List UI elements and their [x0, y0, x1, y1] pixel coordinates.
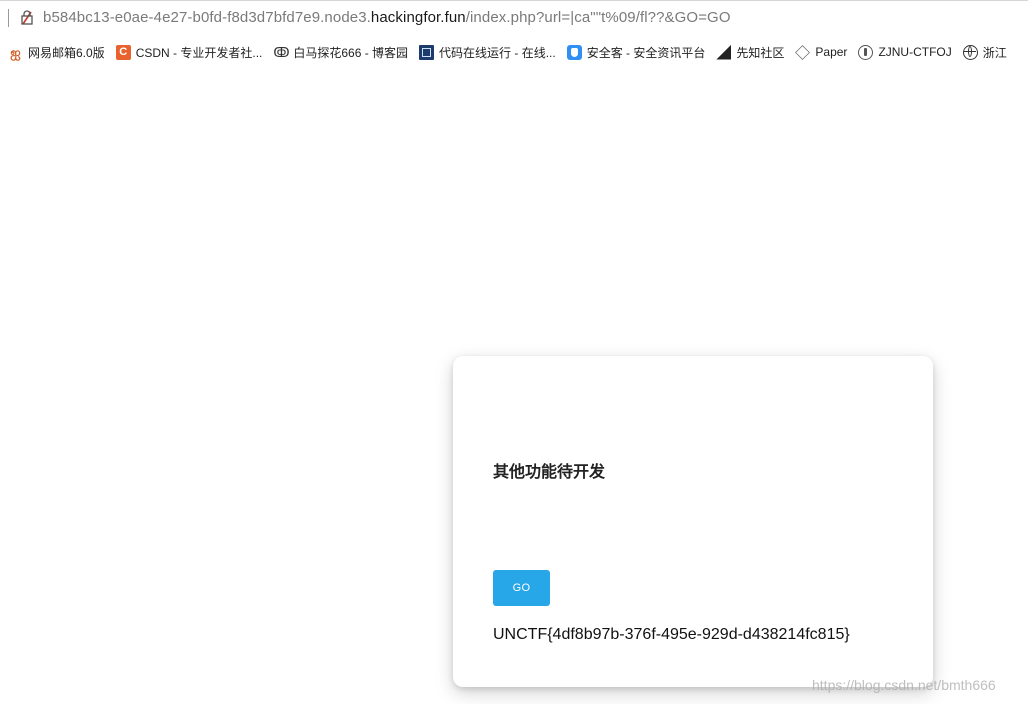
- card-title: 其他功能待开发: [493, 462, 606, 481]
- bookmark-label: Paper: [815, 45, 848, 59]
- url-host: hackingfor.fun: [370, 9, 466, 26]
- bookmark-label: 先知社区: [736, 45, 785, 60]
- browser-chrome: b584bc13-e0ae-4e27-b0fd-f8d3d7bfd7e9.nod…: [0, 0, 1028, 68]
- address-bar-edge: [0, 8, 9, 27]
- bookmark-label: ZJNU-CTFOJ: [878, 45, 952, 59]
- bookmark-csdn[interactable]: C CSDN - 专业开发者社...: [115, 44, 263, 61]
- bookmark-zhejiang[interactable]: 浙江: [962, 44, 1007, 61]
- bookmark-label: 代码在线运行 - 在线...: [439, 45, 556, 60]
- cnblogs-icon: ↂ: [273, 44, 290, 60]
- xianzhi-icon: [716, 44, 732, 60]
- bookmark-code-runner[interactable]: 代码在线运行 - 在线...: [419, 44, 556, 61]
- code-runner-icon: [419, 44, 435, 60]
- bookmark-label: 安全客 - 安全资讯平台: [586, 45, 706, 60]
- go-button[interactable]: GO: [493, 570, 550, 606]
- bookmark-cnblogs[interactable]: ↂ 白马探花666 - 博客园: [273, 44, 408, 61]
- bookmark-label: 浙江: [982, 45, 1007, 60]
- bookmark-paper[interactable]: Paper: [795, 44, 848, 60]
- globe-icon: [962, 44, 978, 60]
- bookmark-anquanke[interactable]: 安全客 - 安全资讯平台: [566, 44, 706, 61]
- not-secure-icon[interactable]: [19, 9, 35, 26]
- content-card: 其他功能待开发 GO UNCTF{4df8b97b-376f-495e-929d…: [453, 356, 933, 687]
- url-path: /index.php?url=|ca""t%09/fl??&GO=GO: [465, 9, 731, 26]
- paper-icon: [795, 44, 811, 60]
- bookmark-zjnu-ctfoj[interactable]: ZJNU-CTFOJ: [858, 44, 952, 60]
- csdn-icon: C: [115, 44, 131, 60]
- watermark-text: https://blog.csdn.net/bmth666: [812, 677, 996, 693]
- bookmark-label: CSDN - 专业开发者社...: [135, 45, 263, 60]
- bookmark-label: 白马探花666 - 博客园: [293, 45, 409, 60]
- netease-mail-icon: ஐ: [10, 44, 21, 60]
- bookmark-label: 网易邮箱6.0版: [28, 45, 105, 60]
- url-text[interactable]: b584bc13-e0ae-4e27-b0fd-f8d3d7bfd7e9.nod…: [43, 9, 731, 26]
- bookmark-xianzhi[interactable]: 先知社区: [716, 44, 784, 61]
- zjnu-icon: [858, 44, 874, 60]
- url-prefix: b584bc13-e0ae-4e27-b0fd-f8d3d7bfd7e9.nod…: [43, 9, 371, 26]
- bookmarks-bar: ஐ 网易邮箱6.0版 C CSDN - 专业开发者社... ↂ 白马探花666 …: [0, 36, 1028, 68]
- anquanke-icon: [566, 44, 582, 60]
- address-bar[interactable]: b584bc13-e0ae-4e27-b0fd-f8d3d7bfd7e9.nod…: [0, 0, 1028, 34]
- flag-output: UNCTF{4df8b97b-376f-495e-929d-d438214fc8…: [493, 626, 850, 643]
- bookmark-netease-mail[interactable]: ஐ 网易邮箱6.0版: [8, 44, 105, 61]
